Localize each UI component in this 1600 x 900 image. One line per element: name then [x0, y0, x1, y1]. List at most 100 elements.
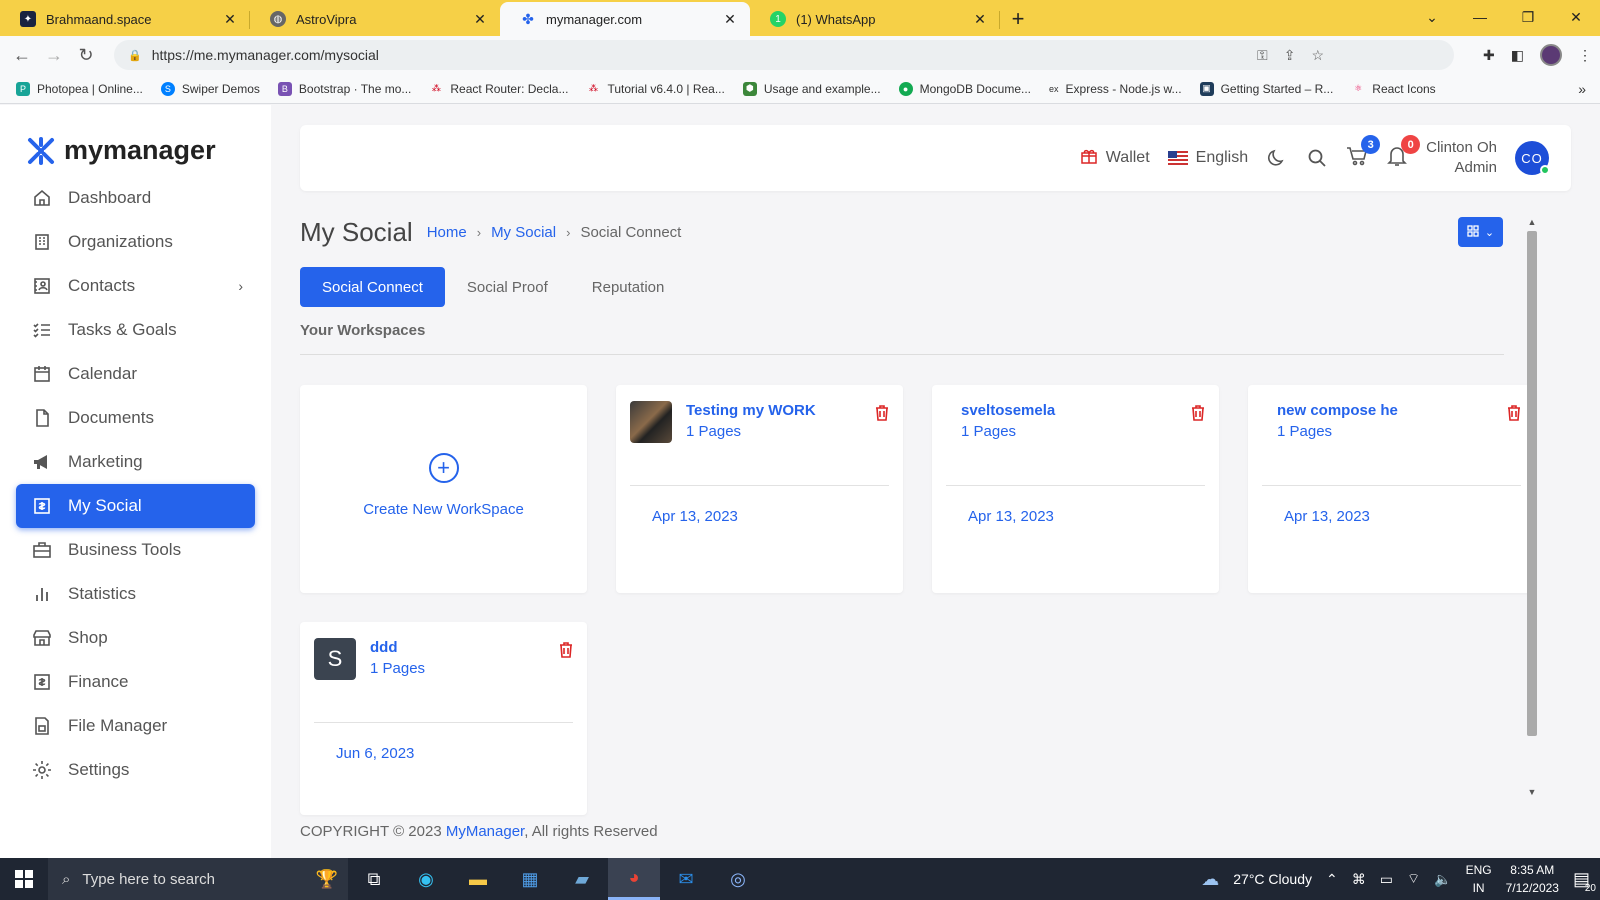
- network-icon[interactable]: ⌘: [1352, 871, 1366, 888]
- workspace-card[interactable]: sveltosemela 1 Pages Apr 13, 2023: [932, 385, 1219, 593]
- sidebar-item-dashboard[interactable]: Dashboard: [16, 176, 255, 220]
- scrollbar[interactable]: ▲ ▼: [1525, 217, 1539, 797]
- search-icon[interactable]: [1306, 147, 1328, 169]
- weather-text[interactable]: 27°C Cloudy: [1233, 871, 1312, 887]
- back-icon[interactable]: ←: [6, 45, 38, 66]
- browser-tab[interactable]: ◍ AstroVipra ✕: [250, 2, 500, 36]
- minimize-icon[interactable]: —: [1456, 0, 1504, 34]
- sidebar-item-organizations[interactable]: Organizations: [16, 220, 255, 264]
- sidebar-item-my-social[interactable]: My Social: [16, 484, 255, 528]
- mail-icon[interactable]: ✉: [660, 858, 712, 900]
- reload-icon[interactable]: ↻: [70, 45, 102, 66]
- workspace-card[interactable]: new compose he 1 Pages Apr 13, 2023: [1248, 385, 1535, 593]
- side-panel-icon[interactable]: ◧: [1511, 47, 1524, 64]
- trash-icon[interactable]: [1507, 405, 1521, 421]
- sidebar-item-file-manager[interactable]: File Manager: [16, 704, 255, 748]
- avatar[interactable]: CO: [1515, 141, 1550, 175]
- wifi-icon[interactable]: ⌔: [1407, 870, 1420, 888]
- chevron-right-icon[interactable]: ›: [238, 278, 243, 294]
- browser-tab[interactable]: 1 (1) WhatsApp ✕: [750, 2, 1000, 36]
- sidebar-item-shop[interactable]: Shop: [16, 616, 255, 660]
- breadcrumb-my-social[interactable]: My Social: [491, 224, 556, 241]
- scroll-down-icon[interactable]: ▼: [1525, 787, 1539, 797]
- new-tab-button[interactable]: +: [1000, 2, 1036, 36]
- bookmark[interactable]: P Photopea | Online...: [16, 81, 143, 96]
- workspace-name[interactable]: Testing my WORK: [686, 401, 875, 421]
- clock[interactable]: 8:35 AM 7/12/2023: [1506, 861, 1559, 897]
- bookmark[interactable]: ▣ Getting Started – R...: [1199, 81, 1333, 96]
- url-bar[interactable]: 🔒 https://me.mymanager.com/mysocial ⚿ ⇪ …: [114, 40, 1454, 70]
- tab-reputation[interactable]: Reputation: [570, 267, 687, 307]
- extensions-icon[interactable]: ✚: [1483, 47, 1495, 64]
- close-tab-icon[interactable]: ✕: [972, 11, 988, 28]
- workspace-name[interactable]: sveltosemela: [961, 401, 1191, 421]
- sidebar-item-documents[interactable]: Documents: [16, 396, 255, 440]
- restore-icon[interactable]: ❐: [1504, 0, 1552, 34]
- share-icon[interactable]: ⇪: [1284, 47, 1296, 64]
- start-button[interactable]: [0, 858, 48, 900]
- taskbar-search[interactable]: ⌕ Type here to search 🏆: [48, 858, 348, 900]
- close-tab-icon[interactable]: ✕: [722, 11, 738, 28]
- bookmark[interactable]: ⁂ React Router: Decla...: [429, 82, 569, 96]
- view-toggle-button[interactable]: ⌄: [1458, 217, 1503, 247]
- close-tab-icon[interactable]: ✕: [472, 11, 488, 28]
- close-window-icon[interactable]: ✕: [1552, 0, 1600, 34]
- browser-tab[interactable]: ✦ Brahmaand.space ✕: [0, 2, 250, 36]
- tab-social-connect[interactable]: Social Connect: [300, 267, 445, 307]
- cortana-icon[interactable]: ◎: [712, 858, 764, 900]
- bookmark[interactable]: B Bootstrap · The mo...: [277, 81, 411, 96]
- moon-icon[interactable]: [1266, 147, 1288, 169]
- file-explorer-icon[interactable]: ▬: [452, 858, 504, 900]
- forward-icon[interactable]: →: [38, 45, 70, 66]
- user-info[interactable]: Clinton Oh Admin: [1426, 138, 1497, 178]
- create-workspace-card[interactable]: + Create New WorkSpace: [300, 385, 587, 593]
- bookmark[interactable]: ⁂ Tutorial v6.4.0 | Rea...: [586, 82, 725, 96]
- chrome-icon[interactable]: ◕: [608, 858, 660, 900]
- bookmark[interactable]: ⚛ React Icons: [1351, 82, 1435, 96]
- bookmark[interactable]: ⬢ Usage and example...: [742, 81, 881, 96]
- app-icon[interactable]: ▰: [556, 858, 608, 900]
- footer-link[interactable]: MyManager: [446, 823, 524, 840]
- language-indicator[interactable]: ENG IN: [1466, 861, 1492, 897]
- workspace-name[interactable]: ddd: [370, 638, 559, 658]
- more-bookmarks-icon[interactable]: »: [1578, 81, 1586, 97]
- trash-icon[interactable]: [1191, 405, 1205, 421]
- tab-social-proof[interactable]: Social Proof: [445, 267, 570, 307]
- sidebar-item-contacts[interactable]: Contacts ›: [16, 264, 255, 308]
- task-view-icon[interactable]: ⧉: [348, 858, 400, 900]
- chevron-up-icon[interactable]: ⌃: [1326, 871, 1338, 888]
- workspace-card[interactable]: Testing my WORK 1 Pages Apr 13, 2023: [616, 385, 903, 593]
- workspace-name[interactable]: new compose he: [1277, 401, 1507, 421]
- sidebar-item-business-tools[interactable]: Business Tools: [16, 528, 255, 572]
- wallet-button[interactable]: Wallet: [1080, 147, 1150, 170]
- sidebar-item-marketing[interactable]: Marketing: [16, 440, 255, 484]
- menu-dots-icon[interactable]: ⋮: [1578, 47, 1592, 64]
- browser-tab-active[interactable]: ✤ mymanager.com ✕: [500, 2, 750, 36]
- key-icon[interactable]: ⚿: [1257, 47, 1268, 64]
- battery-icon[interactable]: ▭: [1380, 871, 1393, 888]
- sidebar-item-settings[interactable]: Settings: [16, 748, 255, 792]
- star-icon[interactable]: ☆: [1311, 47, 1324, 64]
- scroll-up-icon[interactable]: ▲: [1525, 217, 1539, 227]
- language-selector[interactable]: English: [1167, 149, 1248, 167]
- bookmark[interactable]: S Swiper Demos: [160, 81, 260, 96]
- workspace-card[interactable]: S ddd 1 Pages Jun 6, 2023: [300, 622, 587, 815]
- sidebar-item-tasks[interactable]: Tasks & Goals: [16, 308, 255, 352]
- bookmark[interactable]: ex Express - Node.js w...: [1049, 82, 1182, 96]
- close-tab-icon[interactable]: ✕: [222, 11, 238, 28]
- profile-avatar[interactable]: [1540, 44, 1562, 66]
- bookmark[interactable]: ● MongoDB Docume...: [898, 81, 1031, 96]
- trash-icon[interactable]: [559, 642, 573, 658]
- edge-icon[interactable]: ◉: [400, 858, 452, 900]
- store-icon[interactable]: ▦: [504, 858, 556, 900]
- sidebar-item-calendar[interactable]: Calendar: [16, 352, 255, 396]
- sidebar-item-finance[interactable]: Finance: [16, 660, 255, 704]
- breadcrumb-home[interactable]: Home: [427, 224, 467, 241]
- cart-button[interactable]: 3: [1346, 135, 1381, 169]
- notification-center-icon[interactable]: ▤ 20: [1573, 869, 1596, 894]
- brand-logo[interactable]: mymanager: [26, 135, 216, 166]
- sidebar-item-statistics[interactable]: Statistics: [16, 572, 255, 616]
- trash-icon[interactable]: [875, 405, 889, 421]
- scrollbar-thumb[interactable]: [1527, 231, 1537, 736]
- tab-search-icon[interactable]: ⌄: [1408, 0, 1456, 34]
